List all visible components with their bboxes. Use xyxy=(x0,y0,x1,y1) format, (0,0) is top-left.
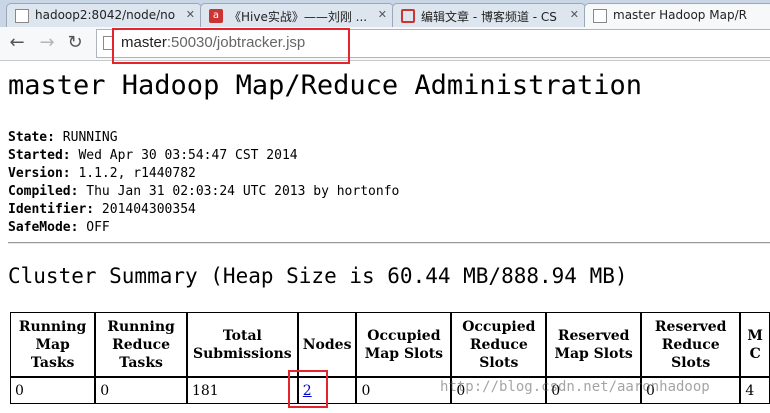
divider xyxy=(8,242,770,244)
info-version: Version: 1.1.2, r1440782 xyxy=(8,166,196,181)
tab-hive-book[interactable]: a 《Hive实战》——刘刚 ... ✕ xyxy=(200,3,394,27)
table-cell: 0 xyxy=(356,377,452,404)
watermark: http://blog.csdn.net/aaronhadoop xyxy=(440,379,710,395)
close-icon[interactable]: ✕ xyxy=(378,8,387,21)
close-icon[interactable]: ✕ xyxy=(570,8,579,21)
table-header-row: Running Map Tasks Running Reduce Tasks T… xyxy=(10,312,770,377)
col-header: Running Reduce Tasks xyxy=(95,312,187,377)
tab-csdn-edit[interactable]: 编辑文章 - 博客频道 - CS ✕ xyxy=(392,3,586,27)
tab-hadoop-node[interactable]: hadoop2:8042/node/no ✕ xyxy=(6,3,202,27)
table-cell: 181 xyxy=(186,377,298,404)
page-title: master Hadoop Map/Reduce Administration xyxy=(8,70,642,101)
back-arrow-icon[interactable]: ← xyxy=(6,32,28,53)
info-started: Started: Wed Apr 30 03:54:47 CST 2014 xyxy=(8,148,298,163)
nodes-highlight-box xyxy=(288,370,328,408)
table-cell: 4 xyxy=(740,377,770,404)
info-state: State: RUNNING xyxy=(8,130,118,145)
csdn-icon xyxy=(401,9,415,23)
page-icon xyxy=(593,9,607,23)
col-header: M C xyxy=(740,312,770,377)
forward-arrow-icon[interactable]: → xyxy=(36,32,58,53)
col-header: Reserved Map Slots xyxy=(546,312,642,377)
page-icon xyxy=(15,9,29,23)
jobtracker-info: State: RUNNING Started: Wed Apr 30 03:54… xyxy=(8,129,399,237)
info-identifier: Identifier: 201404300354 xyxy=(8,202,196,217)
col-header: Total Submissions xyxy=(186,312,298,377)
tab-title: 编辑文章 - 博客频道 - CS xyxy=(421,10,557,24)
tab-title: hadoop2:8042/node/no xyxy=(35,8,176,22)
tab-title: 《Hive实战》——刘刚 ... xyxy=(229,10,368,24)
table-cell: 0 xyxy=(95,377,187,404)
red-book-icon: a xyxy=(209,9,223,23)
url-highlight-box xyxy=(112,28,350,64)
col-header: Occupied Map Slots xyxy=(356,312,452,377)
tab-strip: hadoop2:8042/node/no ✕ a 《Hive实战》——刘刚 ..… xyxy=(0,0,770,28)
info-safemode: SafeMode: OFF xyxy=(8,220,110,235)
tab-title: master Hadoop Map/R xyxy=(613,8,747,22)
close-icon[interactable]: ✕ xyxy=(186,8,195,21)
tab-jobtracker[interactable]: master Hadoop Map/R xyxy=(584,3,770,28)
col-header: Reserved Reduce Slots xyxy=(641,312,741,377)
col-header: Occupied Reduce Slots xyxy=(451,312,547,377)
info-compiled: Compiled: Thu Jan 31 02:03:24 UTC 2013 b… xyxy=(8,184,400,199)
table-cell: 0 xyxy=(10,377,96,404)
cluster-summary-heading: Cluster Summary (Heap Size is 60.44 MB/8… xyxy=(8,264,628,288)
col-header: Nodes xyxy=(297,312,357,377)
reload-icon[interactable]: ↻ xyxy=(64,32,86,53)
col-header: Running Map Tasks xyxy=(10,312,96,377)
